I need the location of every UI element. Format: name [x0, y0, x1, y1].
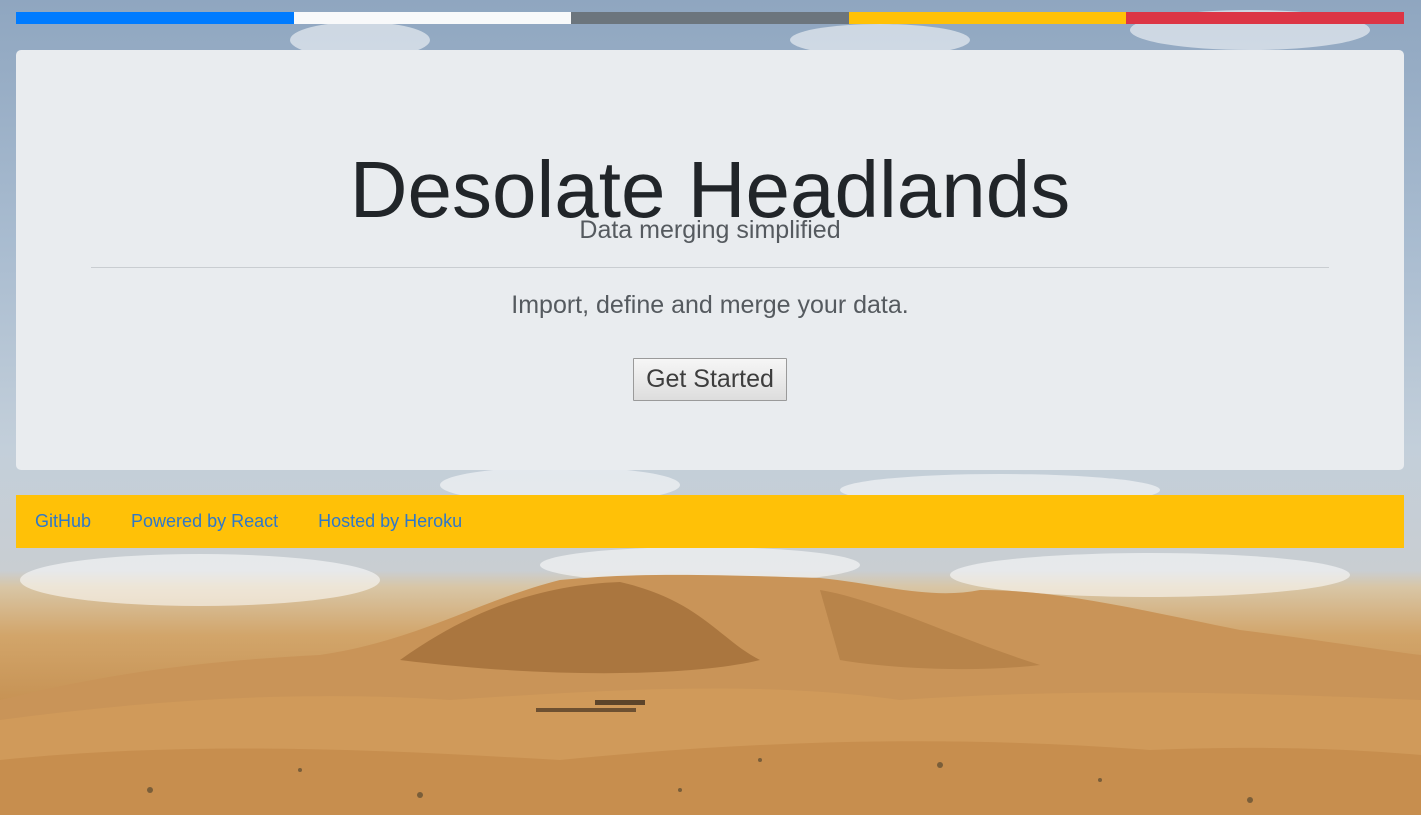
github-link[interactable]: GitHub — [35, 511, 91, 532]
subtitle: Data merging simplified — [579, 216, 841, 244]
heroku-link[interactable]: Hosted by Heroku — [318, 511, 462, 532]
strip-segment-red — [1126, 12, 1404, 24]
get-started-button[interactable]: Get Started — [633, 358, 787, 401]
divider — [91, 267, 1329, 268]
strip-segment-yellow — [848, 12, 1127, 24]
strip-segment-blue — [16, 12, 294, 24]
footer-nav: GitHub Powered by React Hosted by Heroku — [16, 495, 1404, 548]
jumbotron: Desolate Headlands Data merging simplifi… — [16, 50, 1404, 470]
strip-segment-gray — [571, 12, 849, 24]
color-strip — [16, 12, 1404, 24]
react-link[interactable]: Powered by React — [131, 511, 278, 532]
strip-segment-white — [293, 12, 572, 24]
description: Import, define and merge your data. — [511, 291, 909, 319]
